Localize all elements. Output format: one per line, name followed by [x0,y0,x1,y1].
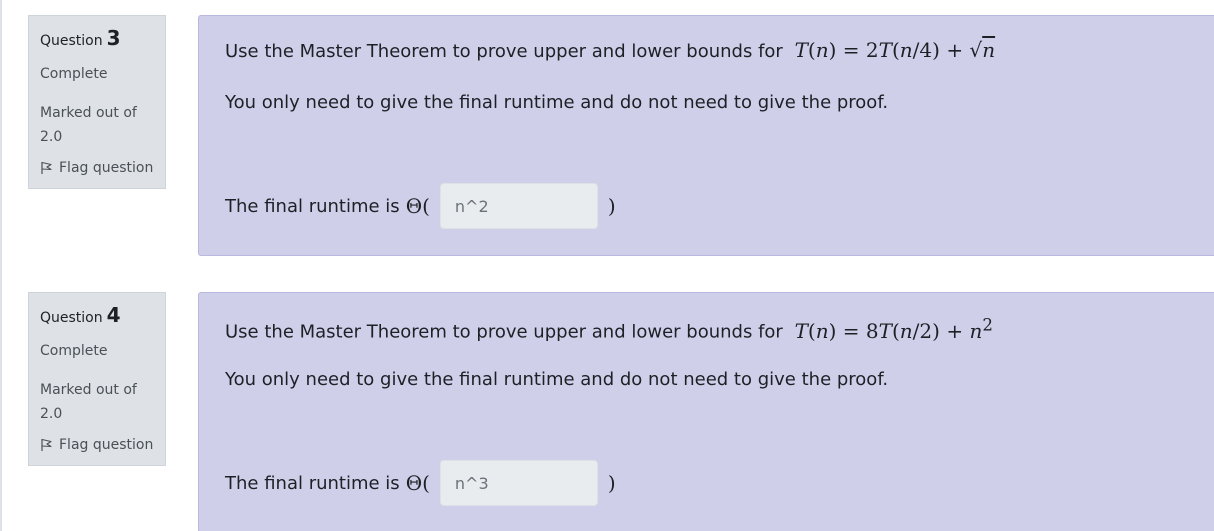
question-number: Question 3 [40,26,121,50]
answer-row: The final runtime is Θ( ) [225,183,616,229]
question-content: Use the Master Theorem to prove upper an… [198,292,1214,531]
question-note: You only need to give the final runtime … [225,369,889,390]
answer-input[interactable] [439,183,598,229]
flag-question-link[interactable]: Flag question [40,160,153,176]
question-content: Use the Master Theorem to prove upper an… [198,15,1214,256]
close-paren: ) [607,471,616,495]
answer-label: The final runtime is [225,195,400,217]
prompt-text: Use the Master Theorem to prove upper an… [225,41,783,62]
grade-value: 2.0 [40,406,63,422]
answer-label: The final runtime is [225,472,400,494]
question-note: You only need to give the final runtime … [225,92,889,113]
flag-question-label: Flag question [59,160,154,176]
flag-question-label: Flag question [59,437,154,453]
question-grade: Marked out of 2.0 [40,101,137,149]
grade-label: Marked out of [40,382,137,398]
question-prompt: Use the Master Theorem to prove upper an… [225,38,995,62]
flag-question-link[interactable]: Flag question [40,437,153,453]
question-prompt: Use the Master Theorem to prove upper an… [225,315,993,343]
question-number-value: 4 [106,303,121,327]
question-4: Question 4 Complete Marked out of 2.0 Fla… [0,277,1214,531]
answer-row: The final runtime is Θ( ) [225,460,616,506]
question-grade: Marked out of 2.0 [40,378,137,426]
question-info-panel: Question 4 Complete Marked out of 2.0 Fla… [28,292,166,466]
recurrence-formula: T(n) = 2T(n/4) + √n [794,38,996,62]
theta-symbol: Θ( [405,194,430,218]
flag-icon [41,438,52,451]
question-label: Question [40,310,103,326]
question-number-value: 3 [106,26,121,50]
question-label: Question [40,33,103,49]
question-number: Question 4 [40,303,121,327]
question-info-panel: Question 3 Complete Marked out of 2.0 Fla… [28,15,166,189]
theta-symbol: Θ( [405,471,430,495]
prompt-text: Use the Master Theorem to prove upper an… [225,321,783,343]
grade-label: Marked out of [40,105,137,121]
question-state: Complete [40,66,108,82]
question-state: Complete [40,343,108,359]
flag-icon [41,161,52,174]
recurrence-formula: T(n) = 8T(n/2) + n2 [794,315,993,343]
answer-input[interactable] [439,460,598,506]
close-paren: ) [607,194,616,218]
question-3: Question 3 Complete Marked out of 2.0 Fla… [0,0,1214,256]
grade-value: 2.0 [40,129,63,145]
